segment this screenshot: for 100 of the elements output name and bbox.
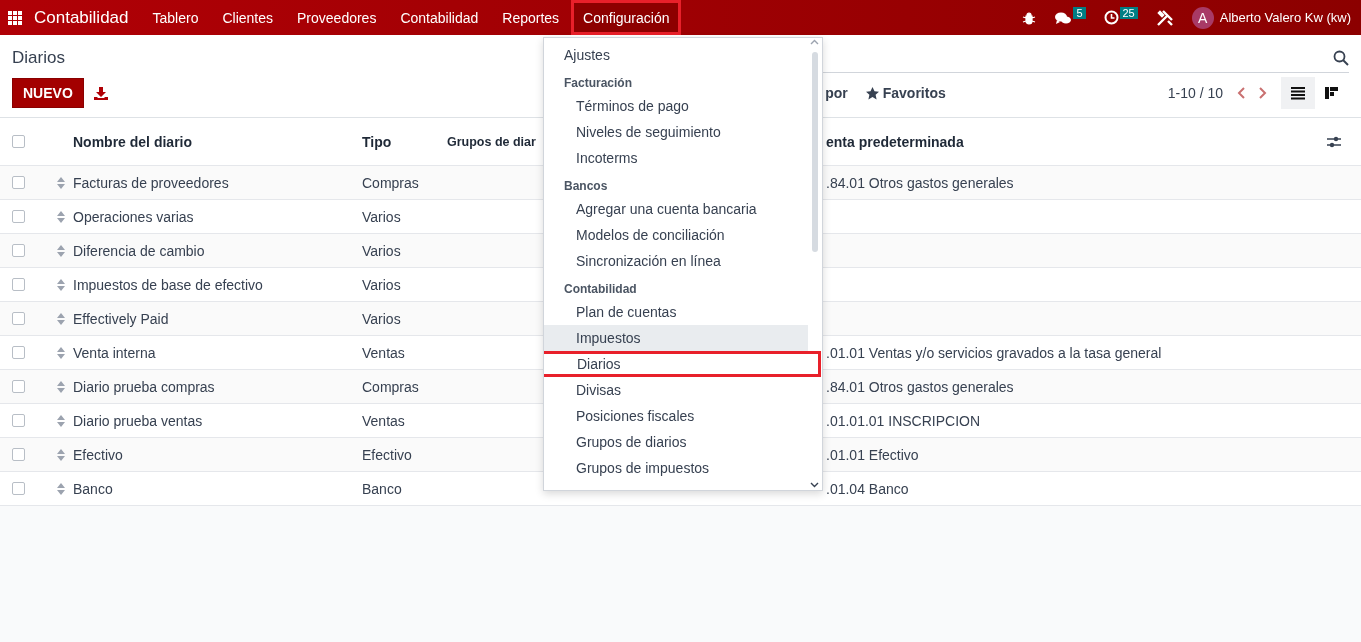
menu-item[interactable]: Niveles de seguimiento [544, 119, 808, 145]
menu-item[interactable]: Impuestos [544, 325, 808, 351]
app-name: Contabilidad [34, 7, 129, 28]
table-cell-text: Efectivo [362, 446, 413, 463]
table-cell-text: Diario prueba ventas [73, 412, 204, 429]
table-cell-text: Diario prueba compras [73, 378, 216, 395]
favorites-button[interactable]: Favoritos [865, 85, 946, 101]
table-cell-text: Operaciones varias [73, 208, 195, 225]
column-header[interactable]: Grupos de diar [447, 134, 543, 149]
table-cell-text: Efectivo [73, 446, 124, 463]
drag-handle-icon[interactable] [57, 482, 65, 495]
table-cell-text: Effectively Paid [73, 310, 170, 327]
table-cell-text: .84.01 Otros gastos generales [826, 174, 1015, 191]
menu-section-header: Facturación [563, 75, 633, 92]
menu-item[interactable]: Modelos de conciliación [544, 222, 808, 248]
new-button[interactable]: NUEVO [12, 78, 84, 108]
settings-sliders-icon[interactable] [1327, 135, 1341, 148]
menu-item[interactable]: Posiciones fiscales [544, 403, 808, 429]
nav-menu-item[interactable]: Configuración [571, 0, 682, 35]
chat-icon[interactable] [1054, 10, 1073, 25]
clock-icon[interactable] [1103, 10, 1119, 25]
nav-menu-item[interactable]: Reportes [490, 0, 572, 35]
nav-menu-item[interactable]: Clientes [210, 0, 286, 35]
next-icon[interactable] [1259, 87, 1267, 99]
previous-icon[interactable] [1237, 87, 1245, 99]
activity-count-badge: 25 [1119, 6, 1138, 19]
group-by-label[interactable]: por [825, 85, 848, 101]
menu-item[interactable]: Plan de cuentas [544, 299, 808, 325]
table-cell-text: Compras [362, 378, 420, 395]
menu-section-header: Contabilidad [563, 281, 638, 298]
table-cell-text: Venta interna [73, 344, 157, 361]
table-cell-text: Diferencia de cambio [73, 242, 206, 259]
table-cell-text: Varios [362, 310, 402, 327]
menu-item[interactable]: Agregar una cuenta bancaria [544, 196, 808, 222]
kanban-view-icon [1325, 86, 1339, 100]
menu-item[interactable]: Ajustes [544, 42, 808, 68]
table-cell-text: .01.01.01 INSCRIPCION [826, 412, 982, 429]
menu-section-header: Bancos [563, 178, 609, 195]
table-cell-text: .84.01 Otros gastos generales [826, 378, 1015, 395]
download-icon[interactable] [93, 86, 108, 100]
table-cell-text: Compras [362, 174, 420, 191]
table-cell-text: Varios [362, 276, 402, 293]
drag-handle-icon[interactable] [57, 448, 65, 461]
bug-icon[interactable] [1022, 10, 1037, 25]
menu-item[interactable]: Diarios [544, 351, 821, 377]
menu-item[interactable]: Grupos de diarios [544, 429, 808, 455]
row-checkbox[interactable] [12, 380, 25, 393]
table-cell-text: .01.04 Banco [826, 480, 910, 497]
drag-handle-icon[interactable] [57, 210, 65, 223]
user-name[interactable]: Alberto Valero Kw (kw) [1219, 10, 1351, 25]
menu-item[interactable]: Incoterms [544, 145, 808, 171]
pager-value: 1-10 / 10 [1167, 85, 1223, 101]
scrollbar-thumb[interactable] [812, 52, 818, 252]
table-cell-text: .01.01 Efectivo [826, 446, 920, 463]
table-cell-text: Impuestos de base de efectivo [73, 276, 264, 293]
menu-item[interactable]: Términos de pago [544, 93, 808, 119]
row-checkbox[interactable] [12, 312, 25, 325]
drag-handle-icon[interactable] [57, 414, 65, 427]
message-count-badge: 5 [1073, 6, 1086, 19]
user-avatar[interactable]: A [1191, 6, 1214, 29]
row-checkbox[interactable] [12, 448, 25, 461]
row-checkbox[interactable] [12, 210, 25, 223]
menu-item[interactable]: Divisas [544, 377, 808, 403]
nav-menu-item[interactable]: Contabilidad [388, 0, 491, 35]
nav-menu-item[interactable]: Proveedores [285, 0, 389, 35]
menu-item[interactable]: Sincronización en línea [544, 248, 808, 274]
tools-icon[interactable] [1155, 8, 1174, 27]
list-view-icon [1291, 86, 1305, 100]
drag-handle-icon[interactable] [57, 176, 65, 189]
apps-grid-icon[interactable] [8, 10, 22, 25]
column-header[interactable]: enta predeterminada [826, 133, 1327, 150]
list-view-button[interactable] [1281, 77, 1315, 109]
drag-handle-icon[interactable] [57, 380, 65, 393]
table-cell-text: Ventas [362, 412, 406, 429]
table-cell-text: Varios [362, 242, 402, 259]
table-cell-text: Banco [362, 480, 403, 497]
star-icon [865, 86, 879, 100]
table-cell-text: .01.01 Ventas y/o servicios gravados a la tasa general [826, 344, 1163, 361]
table-cell-text: Varios [362, 208, 402, 225]
drag-handle-icon[interactable] [57, 346, 65, 359]
drag-handle-icon[interactable] [57, 312, 65, 325]
row-checkbox[interactable] [12, 414, 25, 427]
nav-menu-item[interactable]: Tablero [140, 0, 211, 35]
row-checkbox[interactable] [12, 278, 25, 291]
scroll-up-icon[interactable] [810, 39, 819, 45]
table-cell-text: Facturas de proveedores [73, 174, 230, 191]
drag-handle-icon[interactable] [57, 278, 65, 291]
select-all-checkbox[interactable] [12, 135, 25, 148]
row-checkbox[interactable] [12, 244, 25, 257]
search-icon[interactable] [1333, 49, 1349, 66]
menu-item[interactable]: Grupos de impuestos [544, 455, 808, 481]
row-checkbox[interactable] [12, 176, 25, 189]
column-header[interactable]: Nombre del diario [73, 133, 362, 150]
drag-handle-icon[interactable] [57, 244, 65, 257]
table-cell-text: Banco [73, 480, 114, 497]
row-checkbox[interactable] [12, 346, 25, 359]
table-cell-text: Ventas [362, 344, 406, 361]
row-checkbox[interactable] [12, 482, 25, 495]
scroll-down-icon[interactable] [810, 482, 819, 488]
column-header[interactable]: Tipo [362, 133, 447, 150]
